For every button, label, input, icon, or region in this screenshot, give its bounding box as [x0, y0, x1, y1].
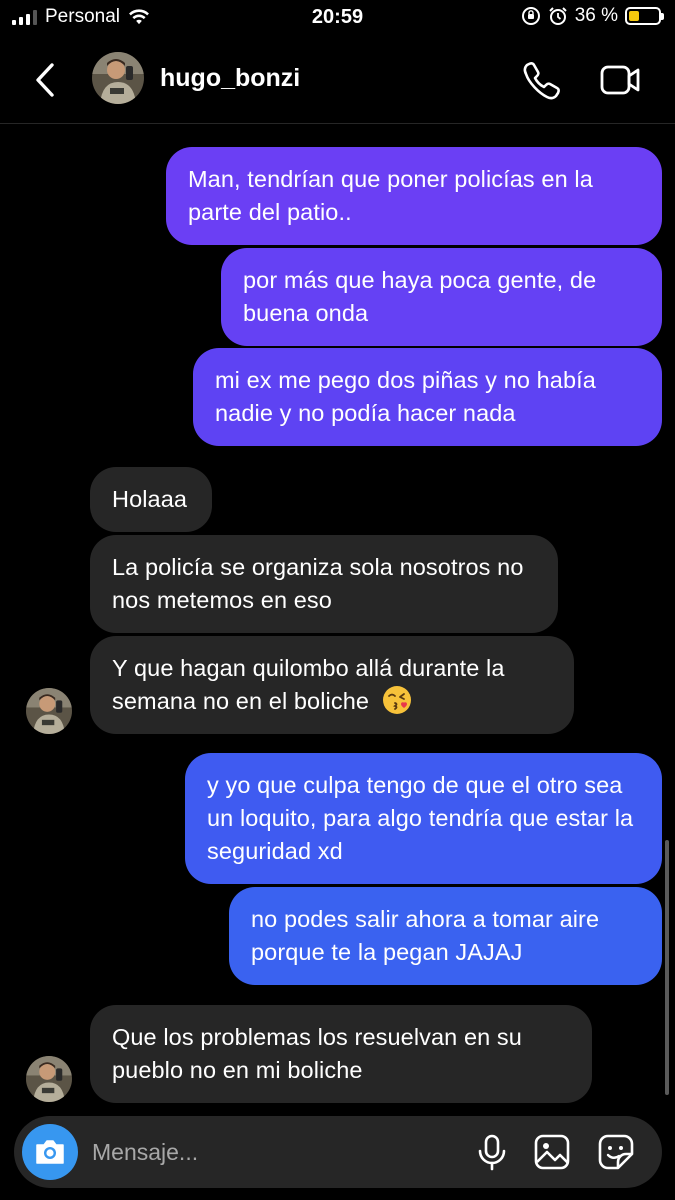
avatar[interactable]: [26, 688, 72, 734]
status-bar: Personal 20:59 36 %: [0, 0, 675, 36]
gallery-icon: [534, 1134, 570, 1170]
avatar-image: [92, 52, 144, 104]
message-sent[interactable]: y yo que culpa tengo de que el otro sea …: [185, 753, 662, 884]
voice-call-button[interactable]: [520, 58, 564, 102]
message-sent[interactable]: no podes salir ahora a tomar aire porque…: [229, 887, 662, 985]
message-composer: [14, 1116, 662, 1188]
back-button[interactable]: [28, 58, 62, 102]
message-text: Holaaa: [112, 486, 188, 512]
battery-percent: 36 %: [574, 5, 618, 26]
battery-icon: [625, 7, 664, 25]
message-text: mi ex me pego dos piñas y no había nadie…: [215, 367, 596, 426]
avatar[interactable]: [92, 52, 144, 104]
message-text: Y que hagan quilombo allá durante la sem…: [112, 655, 505, 714]
message-thread[interactable]: Man, tendrían que poner policías en la p…: [0, 125, 675, 1110]
phone-icon: [523, 62, 560, 100]
message-text: por más que haya poca gente, de buena on…: [243, 267, 597, 326]
avatar-image: [26, 688, 72, 734]
message-text: Que los problemas los resuelvan en su pu…: [112, 1024, 522, 1083]
chat-header: hugo_bonzi: [0, 40, 675, 124]
avatar-image: [26, 1056, 72, 1102]
camera-icon: [36, 1140, 64, 1164]
sticker-button[interactable]: [596, 1132, 636, 1172]
message-received[interactable]: Que los problemas los resuelvan en su pu…: [90, 1005, 592, 1103]
scrollbar[interactable]: [665, 840, 669, 1095]
message-sent[interactable]: por más que haya poca gente, de buena on…: [221, 248, 662, 346]
sticker-icon: [598, 1134, 634, 1170]
chat-username[interactable]: hugo_bonzi: [160, 64, 300, 93]
message-text: La policía se organiza sola nosotros no …: [112, 554, 524, 613]
battery-level: [629, 11, 640, 21]
message-text: y yo que culpa tengo de que el otro sea …: [207, 772, 634, 864]
microphone-icon: [478, 1134, 506, 1171]
alarm-icon: [548, 7, 567, 25]
camera-button[interactable]: [22, 1124, 78, 1180]
message-text: Man, tendrían que poner policías en la p…: [188, 166, 593, 225]
message-sent[interactable]: Man, tendrían que poner policías en la p…: [166, 147, 662, 245]
avatar[interactable]: [26, 1056, 72, 1102]
gallery-button[interactable]: [532, 1132, 572, 1172]
video-camera-icon: [600, 65, 640, 95]
status-right: 36 %: [521, 5, 664, 27]
back-icon: [36, 63, 54, 97]
message-received[interactable]: Holaaa: [90, 467, 212, 532]
kissing-face-icon: [382, 686, 411, 714]
voice-message-button[interactable]: [472, 1132, 512, 1172]
screen-lock-rotation-icon: [521, 7, 540, 25]
video-call-button[interactable]: [598, 58, 644, 102]
message-sent[interactable]: mi ex me pego dos piñas y no había nadie…: [193, 348, 662, 446]
message-received[interactable]: La policía se organiza sola nosotros no …: [90, 535, 558, 633]
message-input[interactable]: [92, 1134, 452, 1170]
message-received[interactable]: Y que hagan quilombo allá durante la sem…: [90, 636, 574, 734]
message-text: no podes salir ahora a tomar aire porque…: [251, 906, 600, 965]
